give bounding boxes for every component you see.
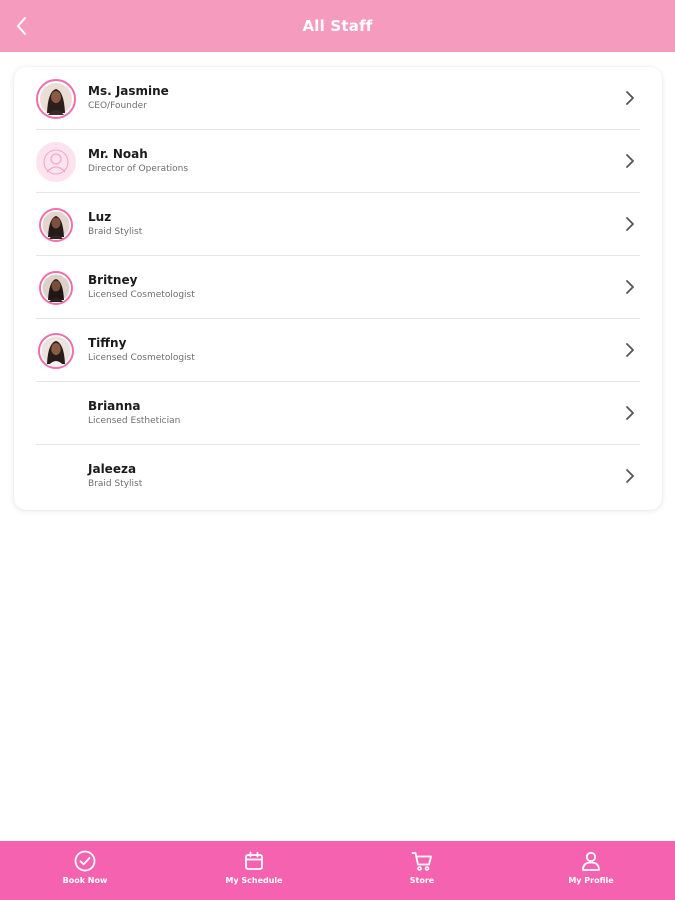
staff-role: Licensed Cosmetologist: [88, 290, 195, 300]
staff-row-luz[interactable]: Luz Braid Stylist: [36, 193, 640, 256]
chevron-right-icon: [626, 217, 634, 231]
chevron-right-icon: [626, 469, 634, 483]
staff-name: Britney: [88, 273, 138, 287]
nav-label: Book Now: [62, 876, 108, 885]
staff-row-ms-jasmine[interactable]: Ms. Jasmine CEO/Founder: [36, 67, 640, 130]
avatar-ms-jasmine: [36, 79, 76, 119]
nav-label: My Schedule: [225, 876, 283, 885]
chevron-right-icon: [626, 154, 634, 168]
staff-list-card: Ms. Jasmine CEO/Founder Mr. Noah Directo…: [14, 67, 662, 510]
staff-name: Jaleeza: [88, 462, 137, 476]
chevron-right-icon: [626, 343, 634, 357]
staff-role: Licensed Esthetician: [88, 416, 181, 426]
user-icon: [582, 851, 600, 871]
staff-role: CEO/Founder: [88, 101, 147, 111]
staff-row-mr-noah[interactable]: Mr. Noah Director of Operations: [36, 130, 640, 193]
top-app-bar: All Staff: [0, 0, 675, 52]
staff-row-jaleeza[interactable]: Jaleeza Braid Stylist: [36, 445, 640, 508]
staff-row-brianna[interactable]: Brianna Licensed Esthetician: [36, 382, 640, 445]
chevron-right-icon: [626, 91, 634, 105]
staff-row-britney[interactable]: Britney Licensed Cosmetologist: [36, 256, 640, 319]
chevron-left-icon: [17, 17, 26, 35]
back-button[interactable]: [8, 12, 36, 40]
staff-role: Braid Stylist: [88, 227, 143, 237]
nav-label: Store: [409, 876, 435, 885]
app-root: All Staff Ms. Jasmine CEO/Founder Mr. No…: [0, 0, 675, 900]
staff-name: Luz: [88, 210, 112, 224]
nav-book-now[interactable]: Book Now: [25, 841, 145, 900]
calendar-icon: [245, 851, 263, 870]
bottom-nav-bar: Book Now My Schedule Store My Profile: [0, 841, 675, 900]
chevron-right-icon: [626, 280, 634, 294]
staff-name: Tiffny: [88, 336, 127, 350]
cart-icon: [411, 852, 432, 871]
page-title: All Staff: [302, 17, 373, 35]
check-circle-icon: [74, 850, 96, 872]
avatar-luz: [39, 208, 73, 242]
avatar-britney: [39, 271, 73, 305]
staff-role: Director of Operations: [88, 164, 189, 174]
staff-row-tiffny[interactable]: Tiffny Licensed Cosmetologist: [36, 319, 640, 382]
staff-role: Braid Stylist: [88, 479, 143, 489]
staff-name: Ms. Jasmine: [88, 84, 169, 98]
staff-role: Licensed Cosmetologist: [88, 353, 195, 363]
nav-label: My Profile: [568, 876, 614, 885]
avatar-tiffny: [38, 333, 74, 369]
staff-name: Brianna: [88, 399, 141, 413]
nav-store[interactable]: Store: [362, 841, 482, 900]
nav-my-schedule[interactable]: My Schedule: [194, 841, 314, 900]
nav-my-profile[interactable]: My Profile: [531, 841, 651, 900]
placeholder-avatar-icon: [36, 142, 76, 182]
chevron-right-icon: [626, 406, 634, 420]
staff-name: Mr. Noah: [88, 147, 148, 161]
